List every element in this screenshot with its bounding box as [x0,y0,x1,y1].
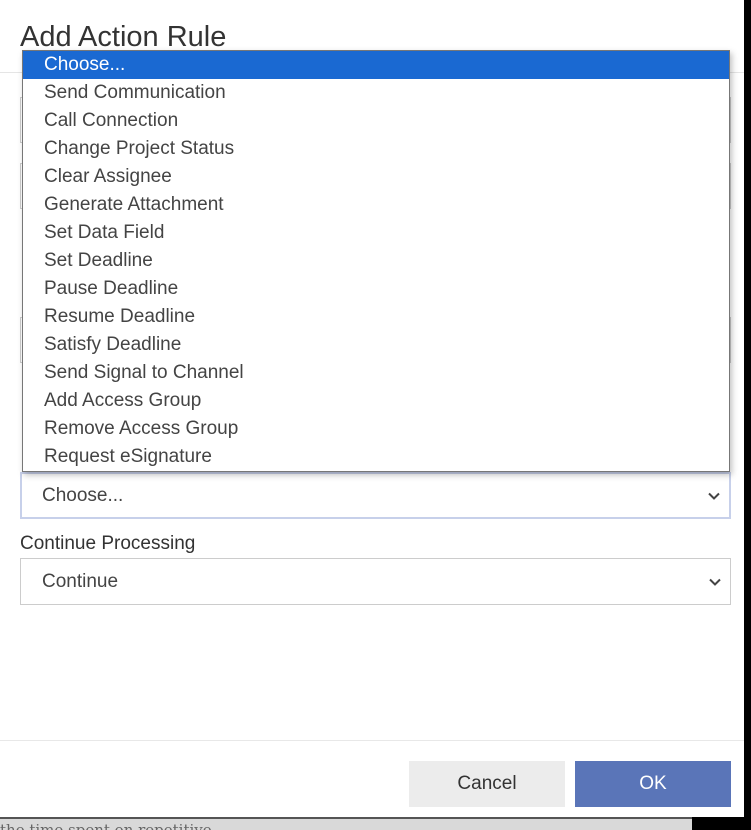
dropdown-option[interactable]: Set Data Field [23,219,729,247]
dropdown-option[interactable]: Add Access Group [23,387,729,415]
footer-divider [0,740,744,741]
dropdown-option[interactable]: Call Connection [23,107,729,135]
chevron-down-icon [709,578,721,586]
continue-processing-select[interactable]: Continue [20,558,731,605]
background-page: the time spent on repetitive [0,817,751,830]
ok-button[interactable]: OK [575,761,731,807]
dropdown-option[interactable]: Request eSignature [23,443,729,471]
continue-processing-value: Continue [42,570,119,592]
window-edge [744,0,751,830]
dropdown-option[interactable]: Remove Access Group [23,415,729,443]
background-text: the time spent on repetitive [0,821,212,830]
dropdown-option[interactable]: Clear Assignee [23,163,729,191]
dropdown-option[interactable]: Send Signal to Channel [23,359,729,387]
dropdown-option[interactable]: Send Communication [23,79,729,107]
chevron-down-icon [708,492,720,500]
dropdown-option[interactable]: Generate Attachment [23,191,729,219]
dropdown-option[interactable]: Satisfy Deadline [23,331,729,359]
cancel-button[interactable]: Cancel [409,761,565,807]
action-select-value: Choose... [42,484,124,506]
action-dropdown-list[interactable]: Choose... Send Communication Call Connecti… [22,50,730,472]
continue-processing-label: Continue Processing [20,533,196,554]
action-select[interactable]: Choose... [20,472,731,519]
dropdown-option[interactable]: Choose... [23,51,729,79]
dropdown-option[interactable]: Pause Deadline [23,275,729,303]
background-edge [692,817,751,830]
dropdown-option[interactable]: Resume Deadline [23,303,729,331]
dropdown-option[interactable]: Change Project Status [23,135,729,163]
dropdown-option[interactable]: Set Deadline [23,247,729,275]
